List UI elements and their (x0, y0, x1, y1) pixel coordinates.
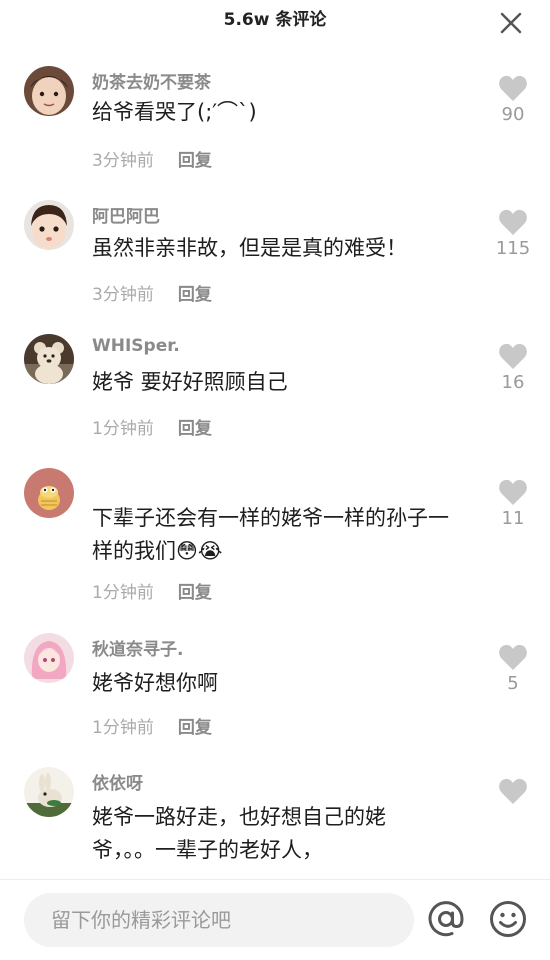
comment-meta: 1分钟前 回复 (92, 414, 212, 439)
reply-button[interactable]: 回复 (178, 578, 212, 603)
username[interactable]: 奶茶去奶不要茶 (92, 68, 211, 93)
comment-text: 姥爷 要好好照顾自己 (92, 370, 288, 394)
reply-button[interactable]: 回复 (178, 414, 212, 439)
comment-input-bar (0, 879, 550, 960)
heart-icon (499, 479, 527, 505)
comment-count-title: 5.6w 条评论 (223, 10, 327, 30)
comment-text: 姥爷一路好走，也好想自己的姥爷，。。一辈子的老好人， (92, 805, 386, 862)
comment-time: 1分钟前 (92, 718, 154, 738)
reply-button[interactable]: 回复 (178, 280, 212, 305)
like-count: 16 (501, 372, 525, 393)
avatar[interactable] (24, 468, 74, 518)
comment-text: 姥爷好想你啊 (92, 671, 218, 695)
like-button[interactable]: 90 (492, 74, 534, 125)
avatar[interactable] (24, 633, 74, 683)
username[interactable]: 阿巴阿巴 (92, 202, 160, 227)
comment-meta: 1分钟前 回复 (92, 578, 212, 603)
avatar[interactable] (24, 66, 74, 116)
like-count: 90 (501, 104, 525, 125)
comment-meta: 3分钟前 回复 (92, 280, 212, 305)
like-count: 115 (495, 238, 531, 259)
comment-input[interactable] (24, 893, 414, 947)
avatar[interactable] (24, 767, 74, 817)
like-count: 5 (507, 673, 519, 694)
comment-time: 1分钟前 (92, 583, 154, 603)
heart-icon (499, 209, 527, 235)
comment-text: 给爷看哭了(;′⌒`) (92, 100, 257, 124)
username[interactable]: 秋道奈寻子. (92, 635, 183, 660)
comment-meta: 3分钟前 回复 (92, 146, 212, 171)
comments-header: 5.6w 条评论 (0, 0, 550, 44)
like-button[interactable]: 16 (492, 342, 534, 393)
heart-icon (499, 75, 527, 101)
reply-button[interactable]: 回复 (178, 713, 212, 738)
comment-meta: 1分钟前 回复 (92, 713, 212, 738)
like-count: 11 (501, 508, 525, 529)
like-button[interactable] (492, 777, 534, 805)
like-button[interactable]: 115 (492, 208, 534, 259)
username[interactable]: 依依呀 (92, 769, 143, 794)
at-icon[interactable] (425, 898, 467, 940)
close-icon[interactable] (498, 10, 524, 36)
username[interactable]: WHISper. (92, 336, 180, 356)
comment-text: 虽然非亲非故，但是是真的难受！ (92, 236, 407, 260)
heart-icon (499, 343, 527, 369)
avatar[interactable] (24, 334, 74, 384)
like-button[interactable]: 5 (492, 643, 534, 694)
heart-icon (499, 644, 527, 670)
comment-time: 1分钟前 (92, 419, 154, 439)
heart-icon (499, 778, 527, 804)
emoji-icon[interactable] (489, 900, 527, 938)
like-button[interactable]: 11 (492, 478, 534, 529)
avatar[interactable] (24, 200, 74, 250)
comment-time: 3分钟前 (92, 151, 154, 171)
comment-time: 3分钟前 (92, 285, 154, 305)
comment-text: 下辈子还会有一样的姥爷一样的孙子一样的我们😳😭 (92, 506, 449, 563)
reply-button[interactable]: 回复 (178, 146, 212, 171)
